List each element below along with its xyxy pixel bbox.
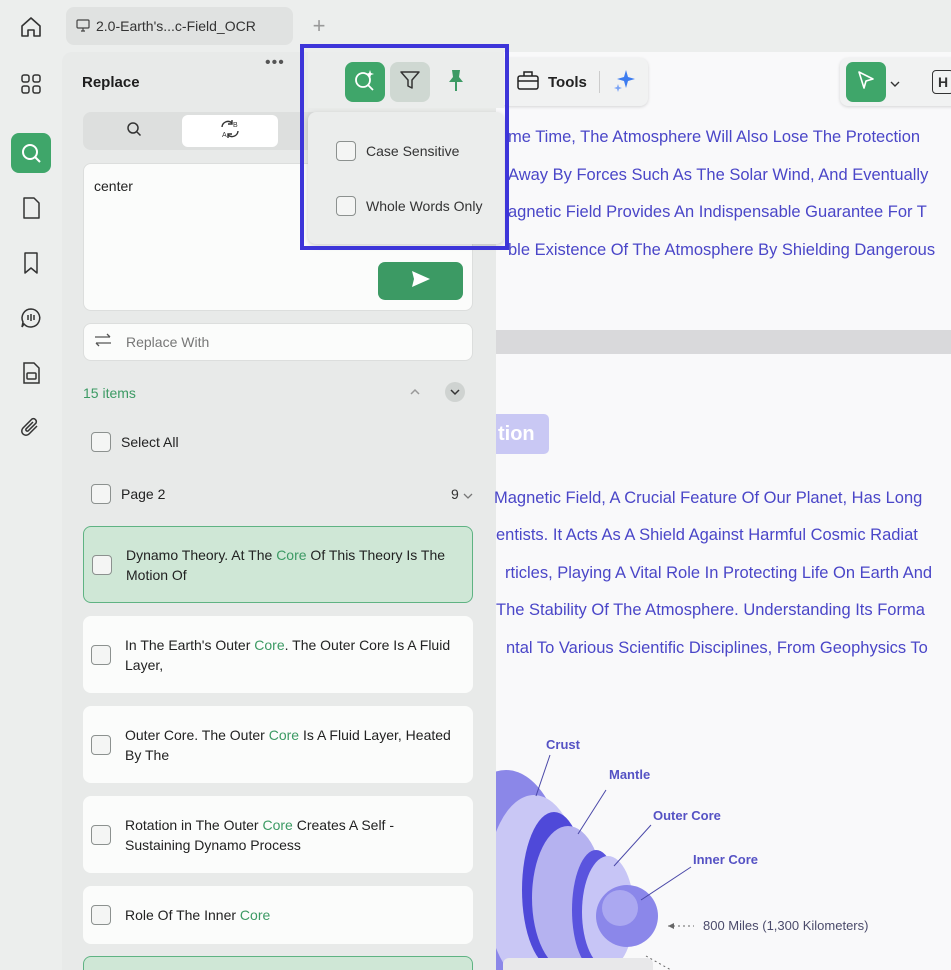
section-heading: tion: [496, 414, 549, 454]
result-checkbox[interactable]: [91, 824, 111, 845]
document-text-line: me Time, The Atmosphere Will Also Lose T…: [508, 128, 921, 146]
replace-ab-icon: AB: [219, 119, 241, 144]
distance-arrowhead: [668, 923, 674, 929]
diagram-label-inner-core: Inner Core: [693, 852, 759, 867]
send-arrow-icon: [411, 270, 431, 293]
chevron-down-icon: [463, 486, 473, 502]
apps-grid-icon[interactable]: [11, 64, 51, 104]
toolbar-divider: [598, 71, 600, 93]
diagram-label-crust: Crust: [546, 737, 580, 752]
tab-title: 2.0-Earth's...c-Field_OCR: [96, 18, 256, 34]
page-thumbnail-icon[interactable]: [11, 188, 51, 228]
bottom-overlay-edge: [503, 958, 653, 970]
highlight-frame: [300, 44, 509, 250]
result-text: Dynamo Theory. At The Core Of This Theor…: [126, 546, 446, 583]
result-item[interactable]: Role Of The Inner Core: [83, 886, 473, 944]
crust-pointer: [535, 754, 551, 797]
cursor-arrow-icon: [856, 70, 876, 95]
result-checkbox[interactable]: [91, 644, 111, 665]
search-icon: [126, 121, 142, 142]
tools-icon[interactable]: [516, 69, 540, 96]
page-group-label: Page 2: [121, 486, 166, 502]
bookmark-icon[interactable]: [11, 243, 51, 283]
result-item[interactable]: Rotation in The Outer Core Creates A Sel…: [83, 796, 473, 873]
replace-mode-button[interactable]: AB: [182, 115, 278, 147]
panel-title: Replace: [82, 74, 140, 91]
selection-toolbar: H: [840, 58, 951, 106]
svg-text:A: A: [222, 132, 227, 139]
previous-result-chevron-up-icon[interactable]: [405, 382, 425, 402]
page-group-row[interactable]: Page 2: [91, 484, 165, 504]
inner-core-highlight: [602, 890, 638, 926]
search-mode-button[interactable]: [86, 115, 182, 147]
svg-text:B: B: [233, 122, 238, 129]
left-sidebar-rail: [0, 52, 62, 970]
select-all-row[interactable]: Select All: [91, 432, 179, 452]
result-item[interactable]: [83, 956, 473, 970]
diagram-distance-label: 800 Miles (1,300 Kilometers): [703, 918, 869, 933]
find-input-value: center: [94, 178, 133, 194]
document-text-line: agnetic Field Provides An Indispensable …: [508, 203, 927, 221]
page-count-value: 9: [451, 486, 459, 502]
earth-layers-diagram: [496, 754, 694, 970]
page-gap: [496, 330, 951, 354]
next-result-chevron-down-icon[interactable]: [445, 382, 465, 402]
result-text: In The Earth's Outer Core. The Outer Cor…: [125, 636, 451, 673]
search-go-button[interactable]: [378, 262, 463, 300]
new-tab-plus-icon[interactable]: +: [308, 13, 330, 38]
result-checkbox[interactable]: [91, 905, 111, 925]
document-text-line: Away By Forces Such As The Solar Wind, A…: [508, 166, 929, 184]
comment-icon[interactable]: [11, 298, 51, 338]
result-item[interactable]: In The Earth's Outer Core. The Outer Cor…: [83, 616, 473, 693]
select-all-label: Select All: [121, 434, 179, 450]
drag-handle-dots[interactable]: •••: [265, 54, 285, 72]
document-text-line: The Stability Of The Atmosphere. Underst…: [496, 601, 925, 619]
result-text: Role Of The Inner Core: [125, 907, 271, 923]
outer-core-pointer: [613, 824, 652, 867]
select-all-checkbox[interactable]: [91, 432, 111, 452]
document-text-line: rticles, Playing A Vital Role In Protect…: [505, 564, 933, 582]
chevron-down-icon[interactable]: [890, 74, 900, 92]
tools-toolbar: Tools: [500, 58, 648, 106]
monitor-icon: [76, 18, 90, 35]
search-icon[interactable]: [11, 133, 51, 173]
result-checkbox[interactable]: [92, 554, 112, 575]
mantle-pointer: [577, 789, 607, 835]
attachment-file-icon[interactable]: [11, 353, 51, 393]
page-match-count[interactable]: 9: [451, 486, 473, 502]
result-item[interactable]: Dynamo Theory. At The Core Of This Theor…: [83, 526, 473, 603]
result-item[interactable]: Outer Core. The Outer Core Is A Fluid La…: [83, 706, 473, 783]
diagram-label-outer-core: Outer Core: [653, 808, 721, 823]
select-cursor-button[interactable]: [846, 62, 886, 102]
tools-button[interactable]: Tools: [548, 74, 587, 91]
swap-arrows-icon: [94, 333, 112, 352]
document-tab[interactable]: 2.0-Earth's...c-Field_OCR: [66, 7, 293, 45]
results-count: 15 items: [83, 385, 136, 401]
page-group-checkbox[interactable]: [91, 484, 111, 504]
replace-with-placeholder: Replace With: [126, 334, 210, 350]
document-text-line: Magnetic Field, A Crucial Feature Of Our…: [494, 489, 923, 507]
ai-sparkle-icon[interactable]: [612, 67, 638, 98]
result-checkbox[interactable]: [91, 734, 111, 755]
result-text: Rotation in The Outer Core Creates A Sel…: [125, 816, 395, 853]
inner-core-pointer: [640, 866, 692, 901]
document-text-line: ntal To Various Scientific Disciplines, …: [506, 639, 928, 657]
document-text-line: entists. It Acts As A Shield Against Har…: [496, 526, 918, 544]
header-footer-icon[interactable]: H: [932, 70, 951, 94]
paperclip-icon[interactable]: [11, 408, 51, 448]
diagram-label-mantle: Mantle: [609, 767, 651, 782]
document-text-line: ble Existence Of The Atmosphere By Shiel…: [508, 241, 936, 259]
result-text: Outer Core. The Outer Core Is A Fluid La…: [125, 726, 451, 763]
home-icon[interactable]: [16, 12, 46, 42]
replace-with-input[interactable]: Replace With: [83, 323, 473, 361]
